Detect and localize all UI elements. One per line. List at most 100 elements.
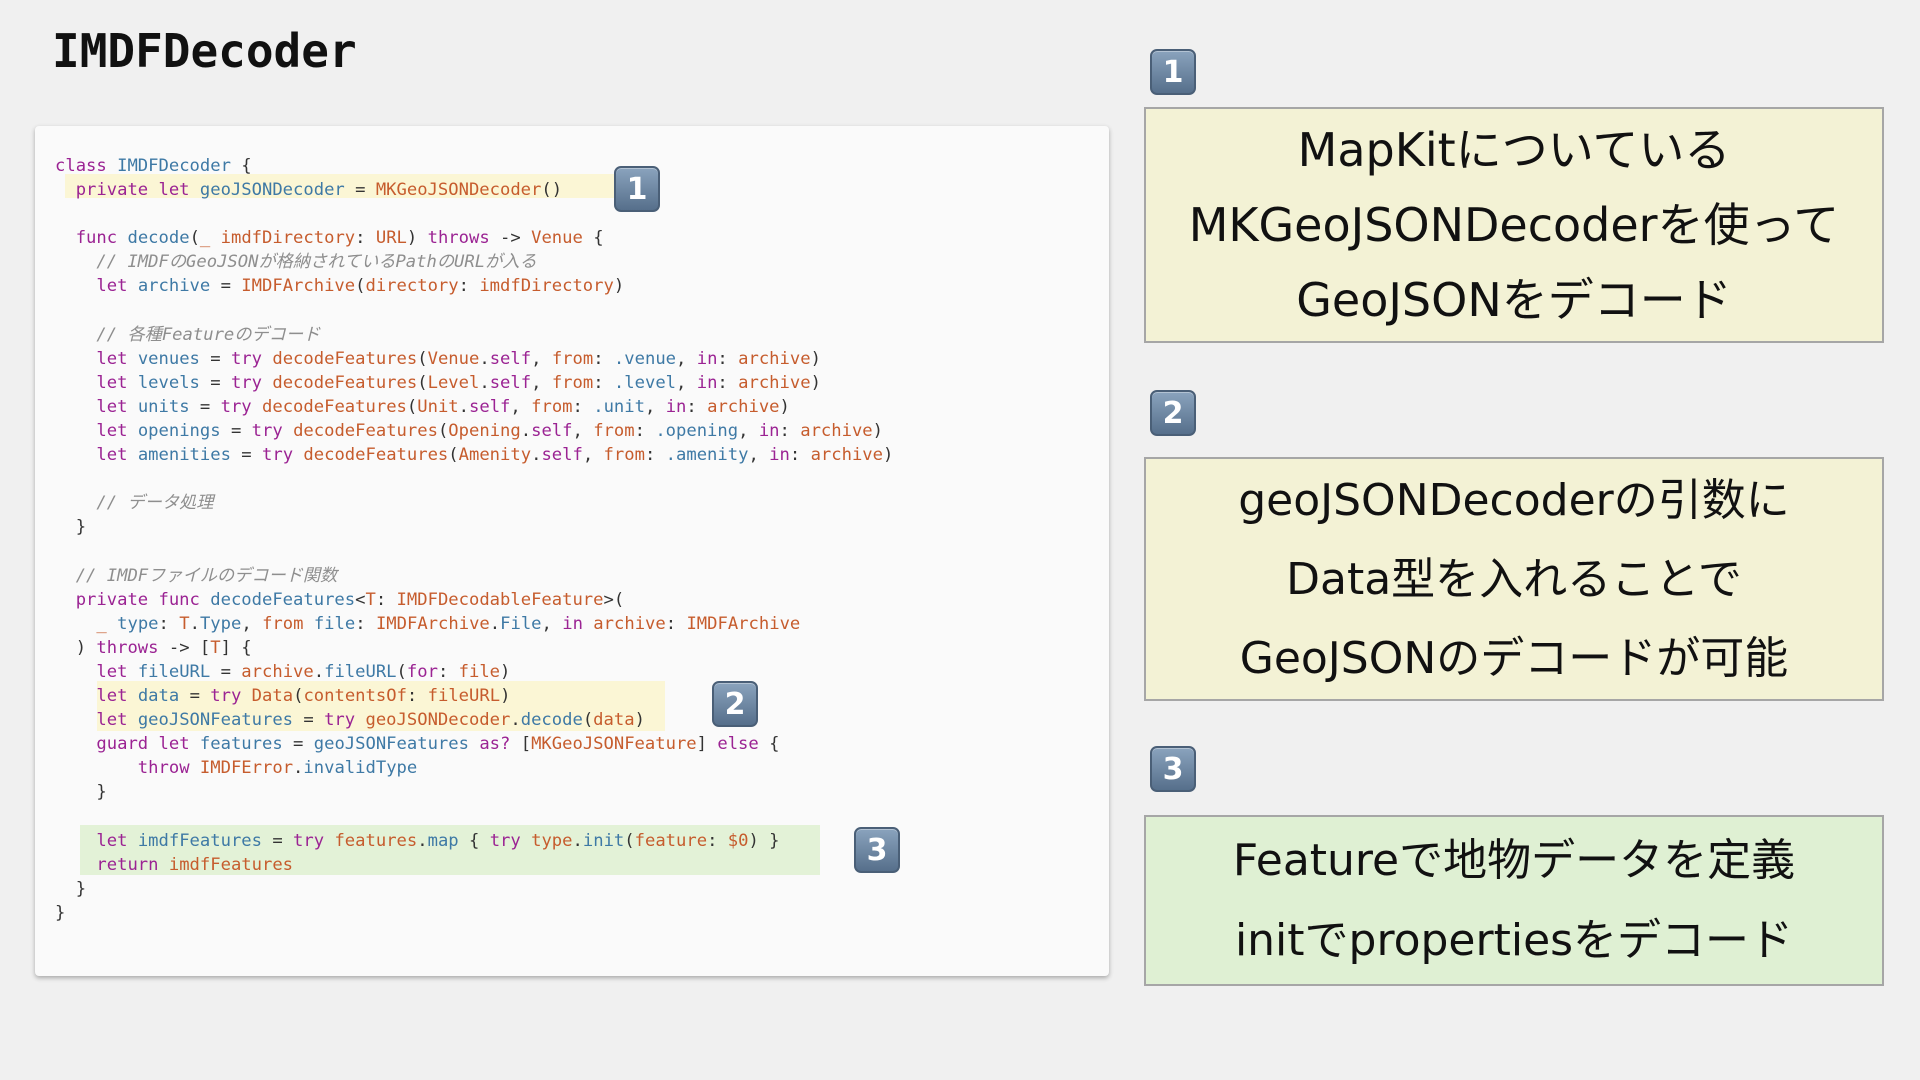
code-token: . xyxy=(189,613,200,634)
note-box-1: MapKitについている MKGeoJSONDecoderを使って GeoJSO… xyxy=(1144,107,1884,343)
code-token: from xyxy=(603,445,645,466)
code-token: : xyxy=(717,372,739,393)
code-token: archive xyxy=(800,421,873,442)
code-line: let fileURL = archive.fileURL(for: file) xyxy=(55,660,893,684)
code-token: : xyxy=(572,396,594,417)
code-token: let xyxy=(96,396,128,417)
code-token: // データ処理 xyxy=(96,493,214,514)
code-token: ) xyxy=(634,710,645,731)
code-token: file xyxy=(458,661,501,682)
code-token: in xyxy=(769,445,790,466)
note-line: GeoJSONのデコードが可能 xyxy=(1239,632,1789,684)
code-token: try xyxy=(262,445,294,466)
code-token: throws xyxy=(427,228,490,249)
code-token: let xyxy=(96,686,128,707)
code-token: self xyxy=(469,396,511,417)
badge-1: 1 xyxy=(1150,49,1196,95)
code-token: IMDFError xyxy=(199,758,294,779)
code-token: feature xyxy=(634,830,708,851)
code-token: IMDFDecodableFeature xyxy=(396,589,604,610)
badge-2: 2 xyxy=(1150,390,1196,436)
code-token: : xyxy=(717,348,739,369)
code-token: : xyxy=(406,686,428,707)
code-token: data xyxy=(593,710,635,731)
code-line: } xyxy=(55,877,893,901)
code-token: try xyxy=(324,710,356,731)
note-box-2: geoJSONDecoderの引数に Data型を入れることで GeoJSONの… xyxy=(1144,457,1884,701)
code-token: : xyxy=(375,589,397,610)
code-line: private let geoJSONDecoder = MKGeoJSONDe… xyxy=(55,178,893,202)
code-token: directory xyxy=(365,276,459,297)
code-token: let xyxy=(96,661,128,682)
code-token: archive xyxy=(738,372,811,393)
code-token: ( xyxy=(406,396,418,417)
code-token: features xyxy=(199,734,283,755)
code-token: Data xyxy=(251,686,294,707)
code-line: let amenities = try decodeFeatures(Ameni… xyxy=(55,443,893,467)
code-token: Type xyxy=(199,613,242,634)
code-token: imdfDirectory xyxy=(479,276,614,297)
code-token: ( xyxy=(396,661,407,682)
code-token: ) xyxy=(55,637,97,658)
code-token: try xyxy=(251,421,283,442)
code-token: archive xyxy=(593,613,666,634)
code-token: MKGeoJSONDecoder xyxy=(375,180,542,201)
code-token: type xyxy=(531,830,573,851)
code-token: : xyxy=(355,228,376,249)
code-token: for xyxy=(406,661,438,682)
note-line: Data型を入れることで xyxy=(1286,553,1742,605)
code-token: self xyxy=(489,348,532,369)
code-token: : xyxy=(665,613,687,634)
code-line: // データ処理 xyxy=(55,491,893,515)
code-token: = xyxy=(220,421,252,442)
code-token: . xyxy=(417,830,428,851)
code-token: { xyxy=(458,830,490,851)
code-token: archive xyxy=(241,661,314,682)
code-token: IMDFArchive xyxy=(375,613,490,634)
code-line: let data = try Data(contentsOf: fileURL) xyxy=(55,684,893,708)
code-token: { xyxy=(230,156,252,176)
code-token: . xyxy=(572,830,583,851)
code-token: : xyxy=(593,372,614,393)
code-token: .unit xyxy=(593,396,645,417)
code-token: = xyxy=(230,445,262,466)
code-token: amenities xyxy=(137,445,231,466)
code-token: { xyxy=(582,228,604,249)
code-token: units xyxy=(137,396,190,417)
code-token: } xyxy=(55,878,87,899)
code-token: : xyxy=(779,421,801,442)
note-box-3: Featureで地物データを定義 initでpropertiesをデコード xyxy=(1144,815,1884,986)
code-token: ( xyxy=(355,276,366,297)
note-line: initでpropertiesをデコード xyxy=(1234,914,1794,966)
code-token: -> xyxy=(489,228,532,249)
code-token: IMDFArchive xyxy=(686,613,801,634)
code-line: return imdfFeatures xyxy=(55,853,893,877)
code-token: from xyxy=(551,372,594,393)
code-token: geoJSONFeatures xyxy=(137,710,294,731)
code-line: // 各種Featureのデコード xyxy=(55,323,893,347)
code-token: decodeFeatures xyxy=(210,589,356,610)
code-token: ( xyxy=(437,421,449,442)
code-line: } xyxy=(55,515,893,539)
code-token: decode xyxy=(520,710,583,731)
code-token: T xyxy=(179,613,190,634)
code-token: throw xyxy=(137,758,190,779)
code-token: geoJSONDecoder xyxy=(365,710,511,731)
code-token: invalidType xyxy=(303,758,418,779)
